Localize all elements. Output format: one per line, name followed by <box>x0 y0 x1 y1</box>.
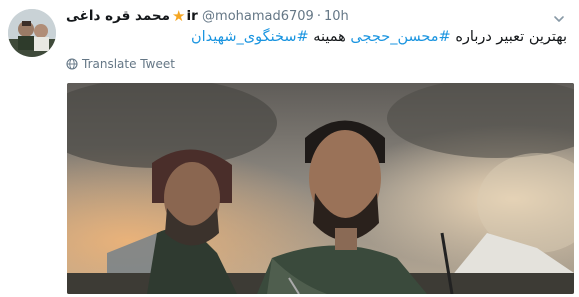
translate-tweet-label: Translate Tweet <box>82 57 175 71</box>
hashtag-link[interactable]: #محسن_حججی <box>350 29 450 45</box>
tweet-text-middle: همینه <box>313 29 346 45</box>
star-icon: ★ <box>171 7 186 25</box>
hashtag-link[interactable]: #سخنگوی_شهیدان <box>191 29 309 45</box>
tweet-text-before: بهترین تعبیر درباره <box>455 29 567 45</box>
display-name[interactable]: محمد قره داغی <box>66 6 170 26</box>
photo-image <box>67 83 574 294</box>
tweet-photo[interactable] <box>67 83 574 294</box>
avatar[interactable] <box>8 9 56 57</box>
user-handle[interactable]: @mohamad6709 <box>202 9 314 24</box>
timestamp[interactable]: 10h <box>324 9 349 24</box>
tweet-header: محمد قره داغی ★ir @mohamad6709 · 10h <box>66 6 349 26</box>
header-separator: · <box>316 9 321 24</box>
avatar-photo <box>8 9 56 57</box>
chevron-down-icon[interactable] <box>553 10 565 22</box>
translate-tweet-link[interactable]: Translate Tweet <box>66 55 175 73</box>
display-name-suffix[interactable]: ir <box>186 8 197 24</box>
tweet: محمد قره داغی ★ir @mohamad6709 · 10h بهترین… <box>0 0 579 297</box>
globe-icon <box>66 57 78 70</box>
